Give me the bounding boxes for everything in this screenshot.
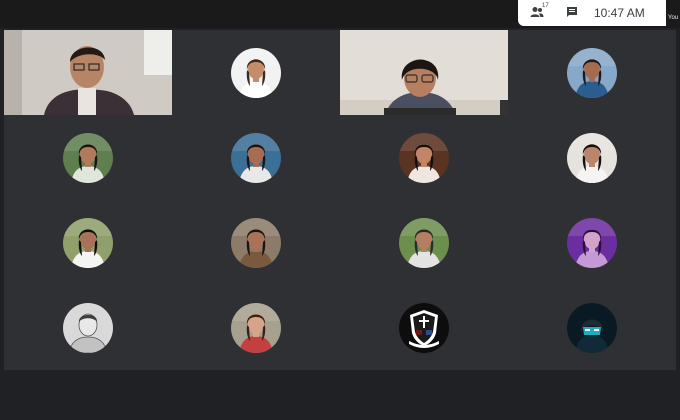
participant-avatar: [399, 302, 449, 353]
participant-tile[interactable]: [4, 115, 172, 200]
participant-tile[interactable]: [508, 200, 676, 285]
participant-avatar: [231, 132, 281, 183]
video-feed: [340, 30, 508, 115]
clock: 10:47 AM: [594, 6, 645, 20]
participant-avatar: [567, 47, 617, 98]
video-feed: [4, 30, 172, 115]
participant-avatar: [399, 132, 449, 183]
participants-button[interactable]: 17: [530, 3, 549, 21]
participant-avatar: [399, 217, 449, 268]
bottom-area: [0, 372, 680, 420]
participant-avatar: [63, 217, 113, 268]
participant-tile[interactable]: [508, 285, 676, 370]
participant-tile[interactable]: [340, 30, 508, 115]
participant-tile[interactable]: [4, 200, 172, 285]
participant-tile[interactable]: [340, 115, 508, 200]
participant-avatar: [567, 302, 617, 353]
participant-grid: [4, 30, 678, 372]
participant-tile[interactable]: [508, 30, 676, 115]
participant-tile[interactable]: [172, 285, 340, 370]
participant-tile[interactable]: [4, 285, 172, 370]
participant-count: 17: [542, 2, 549, 9]
participant-avatar: [231, 47, 281, 98]
chat-button[interactable]: [566, 6, 578, 21]
participant-avatar: [63, 302, 113, 353]
participant-tile[interactable]: [340, 200, 508, 285]
chat-icon: [566, 6, 578, 21]
participant-tile[interactable]: [172, 30, 340, 115]
participant-avatar: [567, 217, 617, 268]
self-label: You: [668, 15, 679, 21]
participant-tile[interactable]: [508, 115, 676, 200]
participant-tile[interactable]: [4, 30, 172, 115]
participant-tile[interactable]: [340, 285, 508, 370]
participant-avatar: [231, 217, 281, 268]
participant-avatar: [567, 132, 617, 183]
participant-avatar: [231, 302, 281, 353]
participant-tile[interactable]: [172, 115, 340, 200]
participant-tile[interactable]: [172, 200, 340, 285]
participant-avatar: [63, 132, 113, 183]
meeting-toolbar: 17 10:47 AM: [518, 0, 666, 26]
